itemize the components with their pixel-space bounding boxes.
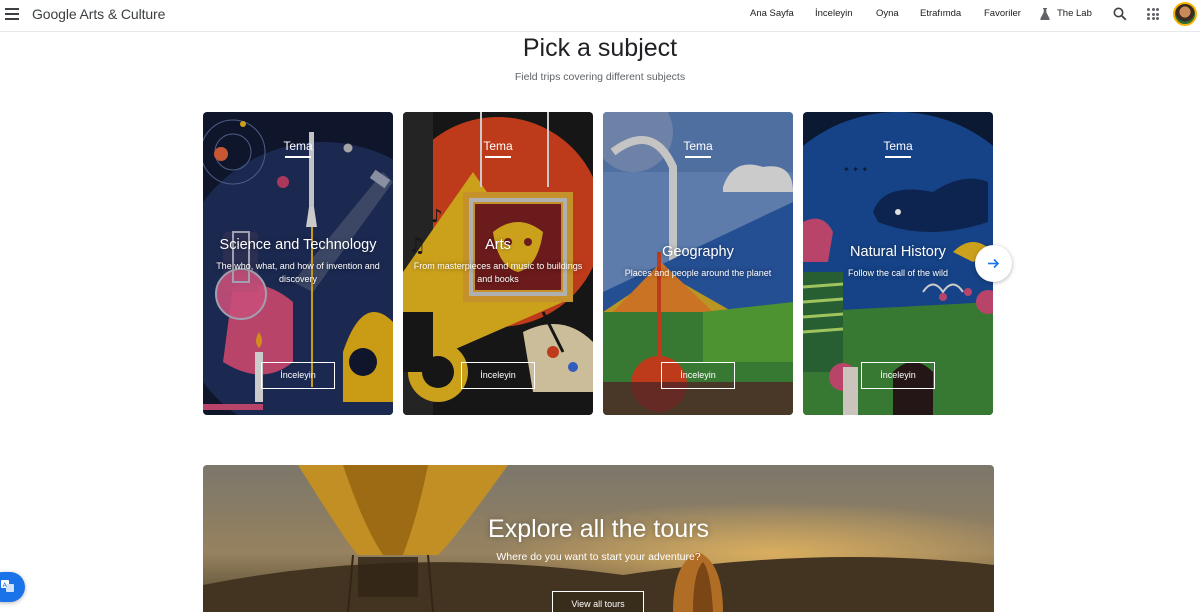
explore-science-button[interactable]: İnceleyin <box>261 362 335 389</box>
explore-natural-history-button[interactable]: İnceleyin <box>861 362 935 389</box>
top-app-bar: Google Arts & Culture Ana Sayfa İnceleyi… <box>0 0 1200 32</box>
card-kicker: Tema <box>203 139 393 158</box>
card-title: Arts <box>485 237 511 253</box>
menu-icon[interactable] <box>5 8 19 20</box>
subject-card-geography[interactable]: Tema Geography Places and people around … <box>603 112 793 415</box>
nav-home[interactable]: Ana Sayfa <box>750 8 794 19</box>
card-description: From masterpieces and music to buildings… <box>413 261 583 284</box>
section-title: Pick a subject <box>522 34 678 62</box>
card-description: Follow the call of the wild <box>847 268 949 278</box>
card-kicker: Tema <box>403 139 593 158</box>
card-description: The who, what, and how of invention and … <box>216 261 380 284</box>
banner-title: Explore all the tours <box>488 515 709 543</box>
nav-the-lab[interactable]: The Lab <box>1057 8 1092 19</box>
apps-grid-icon[interactable] <box>1147 8 1159 20</box>
nav-play[interactable]: Oyna <box>876 8 899 19</box>
explore-geography-button[interactable]: İnceleyin <box>661 362 735 389</box>
subject-card-natural-history[interactable]: ✦ ✦ ✦ Tema Natural History Follow the ca… <box>803 112 993 415</box>
card-description: Places and people around the planet <box>624 268 772 278</box>
nav-nearby[interactable]: Etrafımda <box>920 8 961 19</box>
card-kicker: Tema <box>803 139 993 158</box>
nav-favorites[interactable]: Favoriler <box>984 8 1021 19</box>
translate-button[interactable]: A <box>0 572 25 602</box>
subject-card-arts[interactable]: ♫ ♪ Tema Arts From masterpieces and musi… <box>403 112 593 415</box>
card-title: Science and Technology <box>219 237 377 253</box>
carousel-next-button[interactable] <box>975 245 1012 282</box>
arrow-right-icon <box>988 258 1000 269</box>
section-subtitle: Field trips covering different subjects <box>514 71 686 83</box>
banner-subtitle: Where do you want to start your adventur… <box>496 551 701 563</box>
explore-arts-button[interactable]: İnceleyin <box>461 362 535 389</box>
card-kicker: Tema <box>603 139 793 158</box>
subject-card-science[interactable]: Tema Science and Technology The who, wha… <box>203 112 393 415</box>
lab-flask-icon[interactable] <box>1040 8 1050 20</box>
user-avatar[interactable] <box>1173 2 1197 26</box>
nav-explore[interactable]: İnceleyin <box>815 8 853 19</box>
search-icon[interactable] <box>1113 7 1127 21</box>
tours-banner: Explore all the tours Where do you want … <box>203 465 994 612</box>
card-title: Natural History <box>850 244 946 260</box>
translate-icon: A <box>1 580 14 592</box>
view-all-tours-button[interactable]: View all tours <box>552 591 644 612</box>
app-logo[interactable]: Google Arts & Culture <box>32 6 165 22</box>
card-title: Geography <box>662 244 734 260</box>
